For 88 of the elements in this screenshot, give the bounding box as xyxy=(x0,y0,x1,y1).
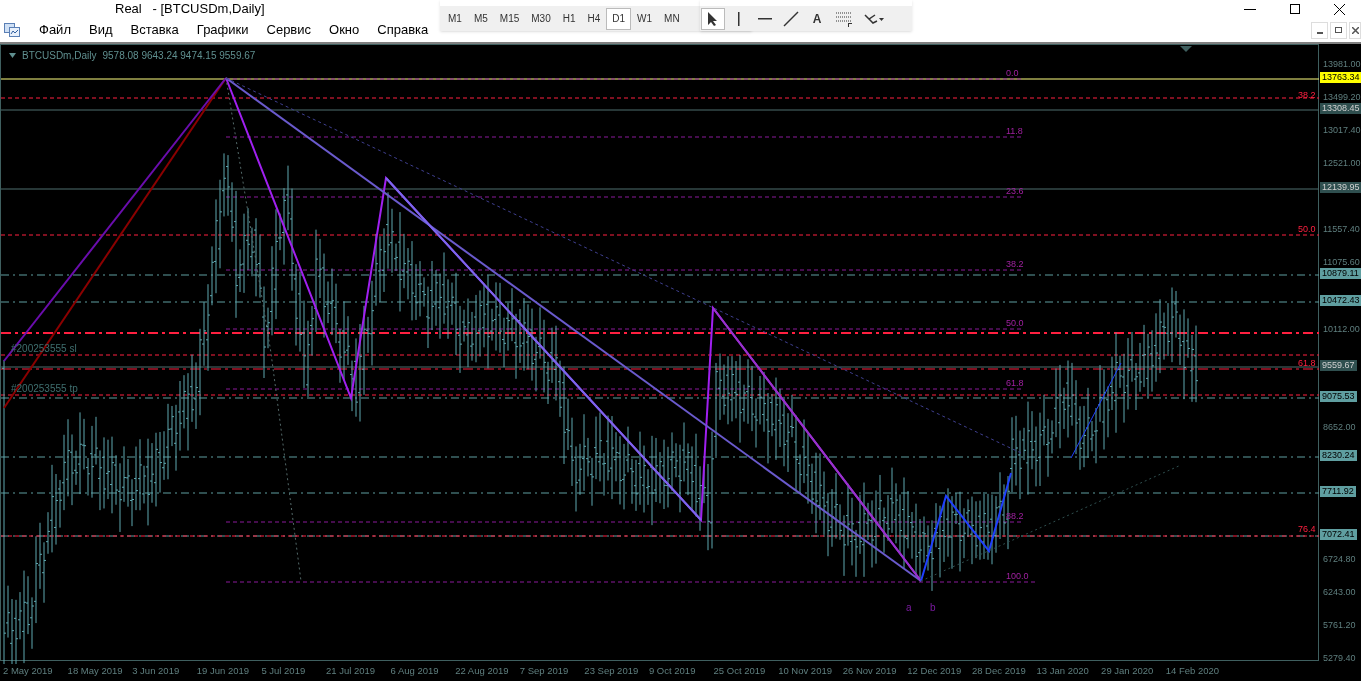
fibonacci-level-label: 61.8 xyxy=(1006,377,1024,390)
timeframe-button[interactable]: H1 xyxy=(556,7,582,30)
timeframe-button[interactable]: M5 xyxy=(467,7,494,30)
date-axis-label: 12 Dec 2019 xyxy=(906,663,963,678)
price-marker: 12139.95 xyxy=(1320,182,1361,193)
date-axis-label: 22 Aug 2019 xyxy=(454,663,510,678)
date-axis-label: 7 Sep 2019 xyxy=(518,663,570,678)
tool-button[interactable] xyxy=(701,7,725,30)
price-marker: 9075.53 xyxy=(1320,391,1357,402)
menu-item[interactable]: Графики xyxy=(187,20,258,40)
date-axis-label: 19 Jun 2019 xyxy=(195,663,251,678)
price-marker: 7711.92 xyxy=(1320,486,1356,497)
price-tick-label: 5761.20 xyxy=(1323,619,1356,632)
timeframe-button[interactable]: M30 xyxy=(525,7,557,30)
price-tick-label: 13981.00 xyxy=(1323,58,1361,71)
fibonacci-level-label: 61.8 xyxy=(1298,357,1316,370)
date-axis-label: 21 Jul 2019 xyxy=(324,663,377,678)
vertical-line-icon xyxy=(737,10,741,27)
fibonacci-level-label: 88.2 xyxy=(1006,510,1024,523)
menu-item[interactable]: Окно xyxy=(320,20,369,40)
app-icon[interactable] xyxy=(4,23,20,37)
fibonacci-level-label: 0.0 xyxy=(1006,67,1019,80)
wave-label: b xyxy=(930,601,936,615)
price-tick-label: 5279.40 xyxy=(1323,652,1356,665)
date-axis-label: 26 Nov 2019 xyxy=(841,663,898,678)
shapes-dropdown-icon xyxy=(863,11,885,26)
price-tick-label: 6243.00 xyxy=(1323,586,1356,599)
date-axis-label: 25 Oct 2019 xyxy=(712,663,767,678)
price-marker: 13308.45 xyxy=(1320,103,1361,114)
window-title: Real - [BTCUSDm,Daily] xyxy=(115,0,265,19)
date-axis-label: 5 Jul 2019 xyxy=(260,663,307,678)
collapse-icon[interactable] xyxy=(9,53,16,58)
timeframe-button[interactable]: MN xyxy=(658,7,686,30)
date-axis-label: 6 Aug 2019 xyxy=(389,663,440,678)
price-tick-label: 13017.40 xyxy=(1323,124,1361,137)
date-axis-label: 13 Jan 2020 xyxy=(1035,663,1090,678)
price-marker: 10879.11 xyxy=(1320,268,1361,279)
minimize-icon[interactable] xyxy=(1311,21,1328,39)
timeframe-button[interactable]: M1 xyxy=(442,7,468,30)
date-axis-label: 9 Oct 2019 xyxy=(647,663,697,678)
price-marker: 9559.67 xyxy=(1320,360,1357,371)
chart-symbol: BTCUSDm,Daily xyxy=(22,49,97,63)
fibonacci-icon xyxy=(835,10,853,27)
menu-item[interactable]: Вставка xyxy=(121,20,188,40)
price-tick-label: 13499.20 xyxy=(1323,91,1361,104)
trend-line-icon xyxy=(783,10,799,27)
cursor-icon xyxy=(706,10,720,27)
price-marker: 10472.43 xyxy=(1320,295,1361,306)
menu-item[interactable]: Файл xyxy=(30,20,80,40)
date-axis-label: 23 Sep 2019 xyxy=(583,663,640,678)
fibonacci-level-label: 100.0 xyxy=(1006,570,1029,583)
date-axis-label: 14 Feb 2020 xyxy=(1164,663,1221,678)
price-tick-label: 6724.80 xyxy=(1323,553,1356,566)
fibonacci-level-label: 23.6 xyxy=(1006,185,1024,198)
date-axis-label: 3 Jun 2019 xyxy=(131,663,181,678)
price-tick-label: 8652.00 xyxy=(1323,421,1356,434)
fibonacci-level-label: 50.0 xyxy=(1006,317,1024,330)
ohlc-values: 9578.08 9643.24 9474.15 9559.67 xyxy=(102,49,256,63)
price-tick-label: 10112.00 xyxy=(1323,323,1360,336)
menu-item[interactable]: Справка xyxy=(368,20,438,40)
price-marker: 7072.41 xyxy=(1320,529,1357,540)
fibonacci-level-label: 76.4 xyxy=(1298,523,1316,536)
timeframe-button[interactable]: M15 xyxy=(493,7,526,30)
shift-marker-icon[interactable] xyxy=(1180,46,1192,52)
date-axis-label: 10 Nov 2019 xyxy=(777,663,833,678)
restore-icon[interactable] xyxy=(1290,4,1300,14)
price-tick-label: 12521.00 xyxy=(1323,157,1361,170)
timeframe-button[interactable]: W1 xyxy=(631,7,659,30)
minimize-icon[interactable] xyxy=(1244,8,1256,10)
price-tick-label: 11557.40 xyxy=(1323,223,1360,236)
menu-item[interactable]: Вид xyxy=(79,20,122,40)
price-marker: 13763.34 xyxy=(1320,72,1361,83)
timeframe-button[interactable]: D1 xyxy=(606,7,632,30)
text-tool-button[interactable]: A xyxy=(805,7,829,30)
close-icon[interactable] xyxy=(1334,3,1345,15)
date-axis-label: 2 May 2019 xyxy=(2,663,54,678)
fibonacci-level-label: 50.0 xyxy=(1298,223,1316,236)
date-axis-label: 28 Dec 2019 xyxy=(970,663,1027,678)
menu-item[interactable]: Сервис xyxy=(257,20,321,40)
timeframe-button[interactable]: H4 xyxy=(581,7,607,30)
date-axis-label: 18 May 2019 xyxy=(66,663,124,678)
price-marker: 8230.24 xyxy=(1320,450,1357,461)
date-axis-label: 29 Jan 2020 xyxy=(1100,663,1155,678)
fibonacci-level-label: 11.8 xyxy=(1006,125,1023,138)
price-tick-label: 11075.60 xyxy=(1323,256,1360,269)
wave-label: a xyxy=(906,601,912,615)
fibonacci-level-label: 38.2 xyxy=(1006,258,1024,271)
fibonacci-level-label: 38.2 xyxy=(1298,89,1316,102)
